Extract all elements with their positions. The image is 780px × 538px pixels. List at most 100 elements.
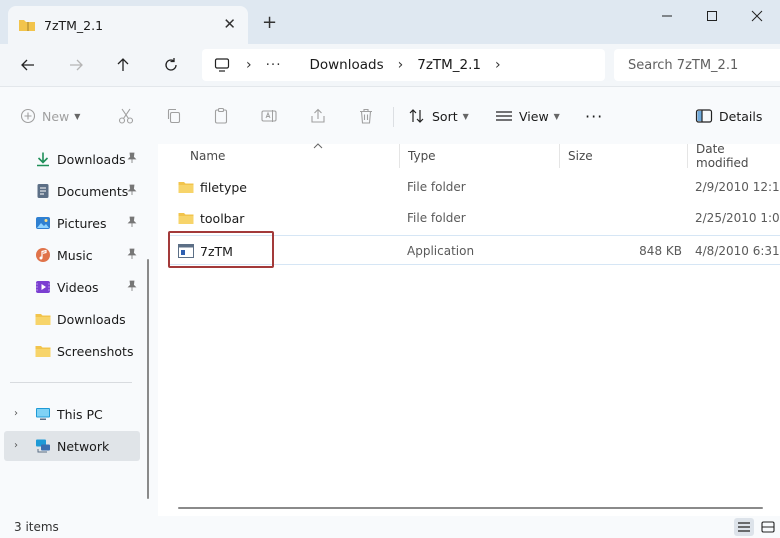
file-row[interactable]: filetype File folder 2/9/2010 12:12 PM	[170, 172, 780, 202]
chevron-right-icon[interactable]: ›	[14, 408, 18, 419]
view-button-label: View	[519, 108, 549, 124]
arrow-right-icon	[70, 59, 83, 71]
file-name-cell: toolbar	[178, 203, 388, 233]
details-pane-icon	[695, 109, 713, 123]
nav-item-label: Videos	[57, 279, 99, 295]
column-name-label: Name	[190, 149, 226, 163]
paste-button[interactable]	[212, 105, 236, 127]
nav-item-downloads-pinned[interactable]: Downloads	[0, 144, 140, 174]
music-icon	[35, 247, 51, 263]
nav-item-network[interactable]: › Network	[4, 431, 140, 461]
scissors-icon	[118, 108, 134, 124]
details-pane-button[interactable]: Details	[695, 105, 762, 127]
column-header-name[interactable]: Name	[182, 143, 400, 168]
new-button[interactable]: New ▼	[20, 105, 80, 127]
search-box[interactable]	[614, 49, 780, 81]
more-options-button[interactable]: ···	[585, 105, 603, 127]
view-button[interactable]: View ▼	[495, 105, 560, 127]
up-button[interactable]	[110, 53, 136, 77]
clipboard-icon	[214, 107, 228, 124]
file-size	[560, 172, 682, 202]
tab-7ztm[interactable]: 7zTM_2.1 ✕	[8, 6, 248, 44]
arrow-up-icon	[117, 58, 129, 71]
nav-item-screenshots[interactable]: Screenshots	[0, 336, 140, 366]
folder-icon	[35, 343, 51, 359]
toolbar-divider	[393, 107, 394, 127]
search-input[interactable]	[628, 57, 778, 73]
address-field[interactable]: › ··· Downloads › 7zTM_2.1 ›	[202, 49, 605, 81]
this-pc-icon	[35, 406, 51, 422]
pin-icon[interactable]	[126, 184, 138, 196]
arrow-left-icon	[21, 59, 34, 71]
forward-button[interactable]	[63, 53, 89, 77]
details-view-button[interactable]	[734, 518, 754, 536]
network-icon	[35, 438, 51, 454]
tiles-view-icon	[761, 521, 775, 533]
nav-item-downloads-folder[interactable]: Downloads	[0, 304, 140, 334]
file-type: File folder	[407, 180, 466, 194]
minimize-button[interactable]	[652, 6, 682, 26]
nav-item-label: Downloads	[57, 151, 126, 167]
copy-button[interactable]	[165, 105, 189, 127]
folder-icon	[178, 211, 194, 225]
close-window-button[interactable]	[742, 6, 772, 26]
rename-button[interactable]	[260, 105, 284, 127]
column-header-size[interactable]: Size	[560, 144, 688, 168]
share-button[interactable]	[309, 105, 333, 127]
folder-zip-icon	[19, 20, 35, 31]
file-list: Name Type Size Date modified filetype Fi…	[158, 142, 780, 516]
cut-button[interactable]	[117, 105, 141, 127]
nav-item-label: Pictures	[57, 215, 107, 231]
sort-button[interactable]: Sort ▼	[408, 105, 469, 127]
chevron-down-icon: ▼	[553, 111, 560, 121]
copy-icon	[167, 108, 181, 124]
file-name: filetype	[200, 179, 247, 195]
column-size-label: Size	[568, 149, 593, 163]
nav-scrollbar[interactable]	[147, 259, 149, 499]
tab-close-icon[interactable]: ✕	[223, 15, 236, 33]
nav-item-label: Screenshots	[57, 343, 134, 359]
pin-icon[interactable]	[126, 248, 138, 260]
chevron-right-icon[interactable]: ›	[495, 57, 501, 73]
pin-icon[interactable]	[126, 280, 138, 292]
file-date: 4/8/2010 6:31 PM	[695, 244, 780, 258]
chevron-right-icon[interactable]: ›	[14, 440, 18, 451]
breadcrumb-7ztm[interactable]: 7zTM_2.1	[417, 57, 481, 73]
column-header-date[interactable]: Date modified	[688, 142, 780, 170]
folder-icon	[35, 311, 51, 327]
horizontal-scrollbar[interactable]	[178, 507, 763, 509]
sort-button-label: Sort	[432, 108, 458, 124]
new-tab-button[interactable]: +	[262, 12, 277, 33]
file-date: 2/25/2010 1:08 AM	[695, 211, 780, 225]
monitor-icon	[214, 58, 230, 72]
nav-divider	[10, 382, 132, 383]
file-row[interactable]: toolbar File folder 2/25/2010 1:08 AM	[170, 203, 780, 233]
refresh-button[interactable]	[158, 53, 184, 77]
chevron-right-icon[interactable]: ›	[398, 57, 404, 73]
nav-item-label: This PC	[57, 406, 103, 422]
breadcrumb-downloads[interactable]: Downloads	[309, 57, 383, 73]
nav-item-documents[interactable]: Documents	[0, 176, 140, 206]
nav-item-this-pc[interactable]: › This PC	[0, 399, 140, 429]
documents-icon	[35, 183, 51, 199]
breadcrumb-overflow[interactable]: ···	[266, 57, 282, 73]
details-view-icon	[738, 522, 750, 532]
close-icon	[751, 10, 763, 22]
pin-icon[interactable]	[126, 152, 138, 164]
back-button[interactable]	[15, 53, 41, 77]
refresh-icon	[165, 58, 177, 71]
column-header-type[interactable]: Type	[400, 144, 560, 168]
maximize-icon	[707, 11, 717, 21]
tiles-view-button[interactable]	[758, 518, 778, 536]
file-name-cell: filetype	[178, 172, 388, 202]
maximize-button[interactable]	[697, 6, 727, 26]
nav-item-label: Documents	[57, 183, 129, 199]
nav-item-videos[interactable]: Videos	[0, 272, 140, 302]
nav-item-pictures[interactable]: Pictures	[0, 208, 140, 238]
view-list-icon	[496, 111, 512, 121]
pin-icon[interactable]	[126, 216, 138, 228]
nav-item-music[interactable]: Music	[0, 240, 140, 270]
pictures-icon	[35, 215, 51, 231]
folder-icon	[178, 180, 194, 194]
delete-button[interactable]	[357, 105, 381, 127]
